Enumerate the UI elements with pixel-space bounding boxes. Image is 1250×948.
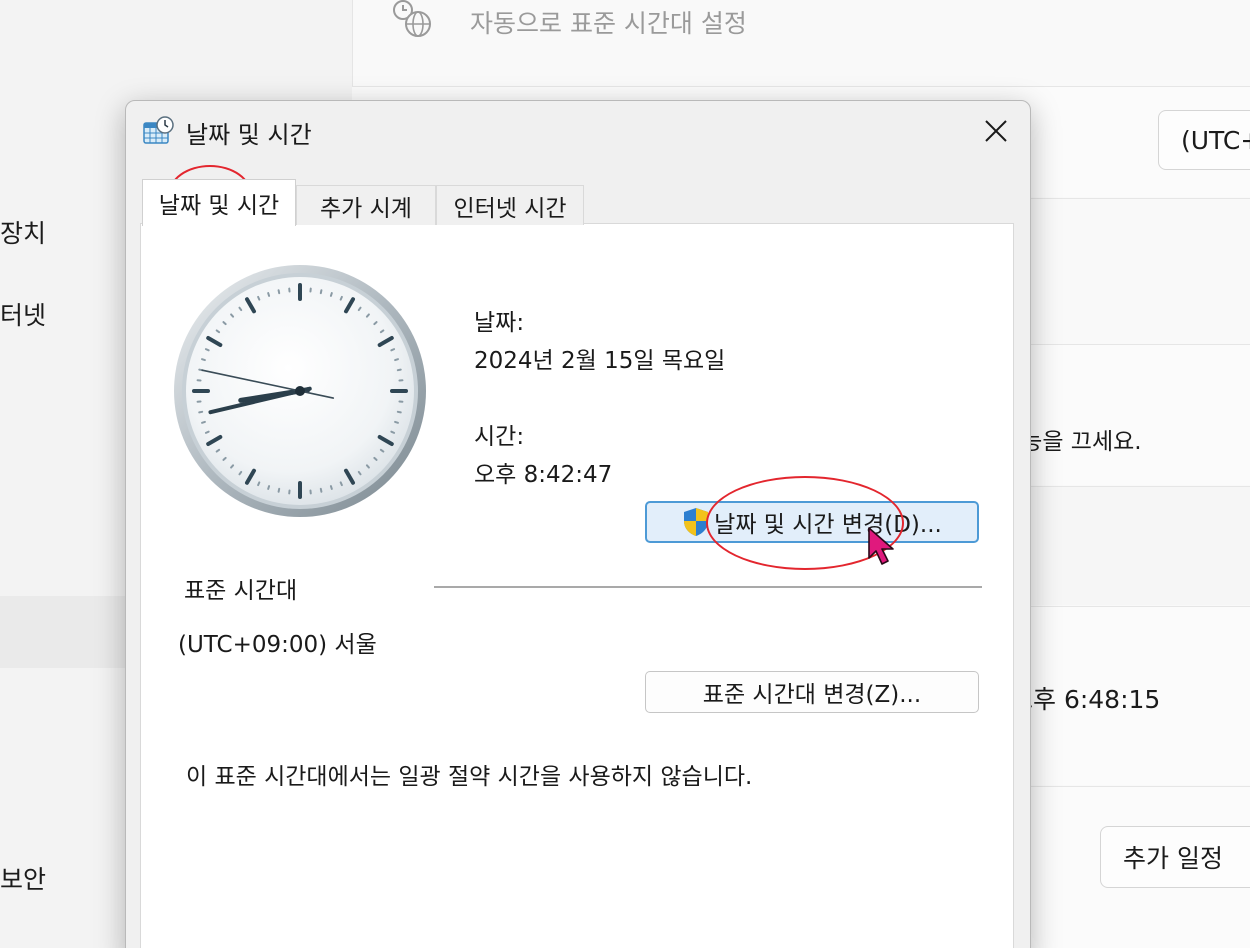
close-button[interactable]	[974, 111, 1018, 151]
change-timezone-button[interactable]: 표준 시간대 변경(Z)...	[645, 671, 979, 713]
tab-additional-clocks[interactable]: 추가 시계	[296, 185, 436, 225]
clock-minute-tick	[379, 329, 385, 334]
clock-minute-tick	[329, 292, 333, 297]
clock-minute-tick	[379, 448, 385, 453]
change-timezone-label: 표준 시간대 변경(Z)...	[702, 682, 922, 708]
clock-minute-tick	[277, 487, 281, 493]
clock-minute-tick	[394, 420, 399, 424]
timezone-dropdown[interactable]: (UTC+	[1158, 110, 1250, 170]
auto-timezone-label: 자동으로 표준 시간대 설정	[470, 9, 747, 38]
timezone-section-label: 표준 시간대	[184, 578, 298, 604]
time-label: 시간:	[474, 424, 525, 450]
timezone-dropdown-value: (UTC+	[1181, 125, 1250, 155]
clock-minute-tick	[357, 470, 362, 476]
mouse-cursor-icon	[868, 527, 894, 565]
date-time-dialog: 날짜 및 시간 날짜 및 시간 추가 시계 인터넷 시간 날짜: 2024년 2…	[125, 100, 1031, 948]
clock-minute-tick	[339, 481, 343, 487]
clock-minute-tick	[319, 289, 323, 295]
clock-minute-tick	[201, 420, 206, 424]
uac-shield-icon	[684, 508, 709, 536]
clock-minute-tick	[394, 358, 399, 362]
screen: 장치 터넷 보안 자동으로 표준 시간대 설정 (UTC+ 기능을 끄세요. 오…	[0, 0, 1250, 948]
time-value: 오후 8:42:47	[474, 462, 613, 488]
clock-minute-tick	[267, 292, 271, 297]
date-label: 날짜:	[474, 310, 525, 336]
clock-minute-tick	[319, 487, 323, 493]
sidebar-item-security[interactable]: 보안	[0, 860, 46, 896]
analog-clock	[172, 263, 434, 525]
change-date-time-label: 날짜 및 시간 변경(D)...	[714, 512, 942, 538]
clock-minute-tick	[396, 410, 402, 414]
calendar-clock-icon	[143, 116, 174, 144]
clock-minute-tick	[267, 485, 271, 490]
sidebar-item-network[interactable]: 터넷	[0, 296, 46, 332]
clock-minute-tick	[257, 481, 261, 487]
clock-minute-tick	[204, 430, 210, 434]
dialog-title: 날짜 및 시간	[186, 121, 312, 149]
add-calendar-label: 추가 일정	[1123, 844, 1223, 873]
tab-internet-time[interactable]: 인터넷 시간	[436, 185, 584, 225]
clock-center-hub	[295, 386, 305, 396]
clock-minute-tick	[257, 295, 261, 301]
dst-note: 이 표준 시간대에서는 일광 절약 시간을 사용하지 않습니다.	[186, 764, 753, 790]
clock-minute-tick	[215, 329, 221, 334]
clock-globe-icon	[393, 0, 431, 37]
clock-minute-tick	[201, 358, 206, 362]
tab-date-time[interactable]: 날짜 및 시간	[142, 179, 296, 226]
clock-minute-tick	[198, 410, 204, 414]
clock-minute-tick	[204, 348, 210, 352]
timezone-separator	[434, 586, 982, 588]
date-value: 2024년 2월 15일 목요일	[474, 348, 726, 374]
clock-minute-tick	[238, 470, 243, 476]
clock-minute-tick	[277, 289, 281, 295]
clock-minute-tick	[238, 306, 243, 312]
clock-minute-tick	[215, 448, 221, 453]
clock-minute-tick	[329, 485, 333, 490]
sidebar-item-devices[interactable]: 장치	[0, 214, 46, 250]
close-icon	[985, 120, 1007, 142]
clock-minute-tick	[339, 295, 343, 301]
clock-minute-tick	[390, 348, 396, 352]
taskbar-time-value: 오후 6:48:15	[1010, 685, 1161, 714]
timezone-value: (UTC+09:00) 서울	[178, 632, 377, 658]
clock-face	[174, 265, 426, 517]
change-date-time-button[interactable]: 날짜 및 시간 변경(D)...	[645, 501, 979, 543]
clock-minute-tick	[396, 368, 402, 372]
dialog-titlebar[interactable]: 날짜 및 시간	[126, 101, 1030, 161]
add-calendar-button[interactable]: 추가 일정	[1100, 826, 1250, 888]
clock-minute-tick	[357, 306, 362, 312]
clock-minute-tick	[390, 430, 396, 434]
